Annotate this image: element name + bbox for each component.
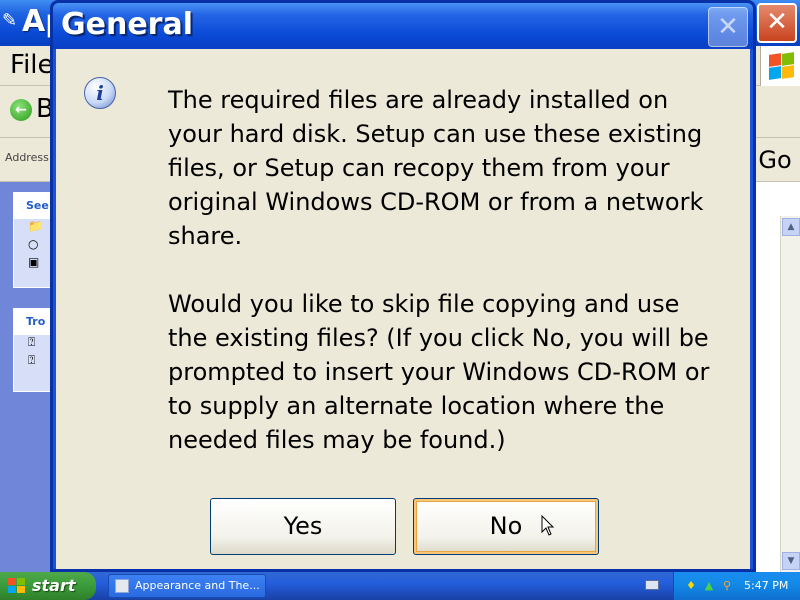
system-tray: ♦ ▲ ⚲ 5:47 PM — [673, 572, 800, 600]
yes-button[interactable]: Yes — [210, 498, 396, 555]
back-arrow-icon[interactable]: ← — [10, 99, 32, 121]
taskbar-item-label: Appearance and The... — [135, 579, 260, 592]
search-icon[interactable]: ⚲ — [720, 579, 734, 593]
vertical-scrollbar[interactable]: ▲ ▼ — [780, 216, 800, 572]
dialog-titlebar[interactable]: General ✕ — [53, 3, 753, 49]
control-panel-icon: ✎ — [2, 10, 18, 31]
start-label: start — [32, 576, 76, 595]
windows-flag-icon — [8, 578, 26, 594]
address-label: Address — [5, 151, 49, 164]
clock[interactable]: 5:47 PM — [744, 572, 788, 600]
keyboard-icon[interactable] — [645, 580, 659, 590]
network-icon[interactable]: ▲ — [702, 579, 716, 593]
window-icon — [115, 579, 129, 593]
dialog-title: General — [61, 7, 193, 42]
background-close-button[interactable]: ✕ — [757, 3, 797, 43]
start-button[interactable]: start — [0, 572, 96, 600]
info-icon: i — [84, 77, 116, 109]
security-shield-icon[interactable]: ♦ — [684, 579, 698, 593]
dialog-message-1: The required files are already installed… — [168, 86, 704, 250]
scroll-up-icon[interactable]: ▲ — [782, 218, 800, 236]
scroll-down-icon[interactable]: ▼ — [782, 552, 800, 570]
go-button[interactable]: Go — [752, 142, 798, 178]
windows-logo-icon — [760, 46, 800, 86]
mouse-cursor-icon — [541, 515, 555, 536]
no-button[interactable]: No — [413, 498, 599, 555]
dialog-close-button[interactable]: ✕ — [708, 7, 748, 47]
dialog-message-2: Would you like to skip file copying and … — [168, 290, 710, 454]
dialog-body: i The required files are already install… — [56, 49, 750, 569]
menu-file[interactable]: File — [10, 50, 54, 80]
task-pane: See 📁 ○ ▣ Tro ⍰ ⍰ — [0, 182, 63, 572]
taskbar: start Appearance and The... ♦ ▲ ⚲ 5:47 P… — [0, 572, 800, 600]
general-dialog: General ✕ i The required files are alrea… — [50, 0, 756, 572]
taskbar-item-appearance[interactable]: Appearance and The... — [108, 574, 266, 598]
